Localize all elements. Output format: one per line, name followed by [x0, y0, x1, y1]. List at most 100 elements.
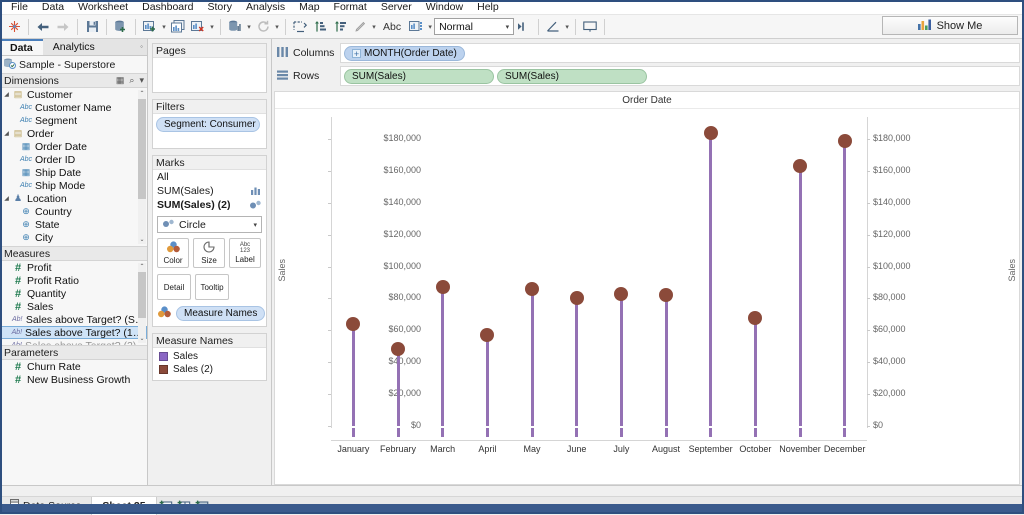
- rows-pill-sum-sales-2[interactable]: SUM(Sales): [497, 68, 647, 84]
- menu-item-format[interactable]: Format: [327, 0, 374, 15]
- color-button[interactable]: Color: [157, 238, 189, 268]
- bar-mark[interactable]: [485, 335, 489, 426]
- scroll-up-icon[interactable]: ⌃: [138, 263, 146, 271]
- fit-select[interactable]: Normal ▾: [434, 18, 515, 35]
- scrollbar-thumb[interactable]: [138, 99, 146, 199]
- circle-mark[interactable]: [748, 310, 763, 325]
- dimension-item[interactable]: ⊕ State: [0, 218, 147, 231]
- presentation-mode-icon[interactable]: [406, 17, 426, 37]
- data-pane-tab-analytics[interactable]: Analytics: [43, 39, 105, 55]
- save-icon[interactable]: [82, 17, 102, 37]
- grid-view-icon[interactable]: ▦: [116, 75, 125, 86]
- menu-item-data[interactable]: Data: [35, 0, 71, 15]
- bar-mark[interactable]: [798, 166, 802, 426]
- measure-item[interactable]: Ab! Sales above Target? (Sum): [0, 313, 147, 326]
- bar-mark[interactable]: [441, 287, 445, 426]
- circle-mark[interactable]: [480, 328, 495, 343]
- bar-mark[interactable]: [396, 349, 400, 426]
- marks-layer-all[interactable]: All: [153, 170, 266, 184]
- tooltip-button[interactable]: Tooltip: [195, 274, 229, 300]
- dimensions-scrollbar[interactable]: ⌃ ⌄: [138, 90, 146, 244]
- totals-dropdown-icon[interactable]: ▾: [245, 23, 253, 31]
- bar-mark[interactable]: [709, 132, 713, 426]
- bar-mark[interactable]: [619, 293, 623, 426]
- refresh-dropdown-icon[interactable]: ▾: [273, 23, 281, 31]
- parameters-tree[interactable]: # Churn Rate # New Business Growth: [0, 360, 147, 485]
- menu-item-file[interactable]: File: [4, 0, 35, 15]
- plot-area[interactable]: $0 $20,000 $40,000 $60,000 $80,000 $100,000 $1…: [275, 109, 1019, 484]
- clear-sheet-dropdown-icon[interactable]: ▾: [208, 23, 216, 31]
- circle-mark[interactable]: [569, 291, 584, 306]
- highlight-dropdown-icon[interactable]: ▾: [370, 23, 378, 31]
- rows-shelf[interactable]: SUM(Sales) SUM(Sales): [340, 66, 1020, 86]
- sort-ascending-icon[interactable]: [310, 17, 330, 37]
- swap-rows-columns-icon[interactable]: [290, 17, 310, 37]
- circle-mark[interactable]: [703, 125, 718, 140]
- new-worksheet-icon[interactable]: [140, 17, 160, 37]
- parameter-item[interactable]: # New Business Growth: [0, 373, 147, 386]
- bar-mark[interactable]: [351, 323, 355, 426]
- measure-item[interactable]: # Sales: [0, 300, 147, 313]
- size-button[interactable]: Size: [193, 238, 225, 268]
- parameter-item[interactable]: # Churn Rate: [0, 360, 147, 373]
- trend-lines-icon[interactable]: [543, 17, 563, 37]
- circle-mark[interactable]: [614, 286, 629, 301]
- legend-item[interactable]: Sales (2): [153, 363, 266, 376]
- dimension-item[interactable]: Abc Ship Mode: [0, 179, 147, 192]
- dropdown-arrow-icon[interactable]: ▾: [139, 75, 144, 86]
- dimension-item[interactable]: ▦ Ship Date: [0, 166, 147, 179]
- menu-item-map[interactable]: Map: [292, 0, 326, 15]
- bar-mark[interactable]: [530, 288, 534, 426]
- measure-item[interactable]: Ab!Sales above Target? (1) (Su...: [0, 326, 147, 339]
- measure-item[interactable]: # Profit: [0, 261, 147, 274]
- dimensions-tree[interactable]: ⌃ ⌄ ◢ ▤ Customer Abc Customer Name Abc Segment…: [0, 88, 147, 246]
- dimension-item[interactable]: Abc Segment: [0, 114, 147, 127]
- duplicate-sheet-icon[interactable]: [168, 17, 188, 37]
- expand-collapse-icon[interactable]: ◢: [2, 130, 11, 137]
- dimension-item[interactable]: ◢ ▤ Customer: [0, 88, 147, 101]
- menu-item-server[interactable]: Server: [374, 0, 419, 15]
- search-icon[interactable]: ⌕: [129, 75, 134, 86]
- totals-icon[interactable]: [225, 17, 245, 37]
- pages-shelf[interactable]: [153, 58, 266, 92]
- expand-collapse-icon[interactable]: ◢: [2, 195, 11, 202]
- data-pane-tab-data[interactable]: Data: [0, 39, 43, 55]
- expand-icon[interactable]: +: [352, 48, 361, 58]
- menu-item-help[interactable]: Help: [470, 0, 506, 15]
- marks-layer-list[interactable]: All SUM(Sales) SUM(Sales) (2): [153, 170, 266, 212]
- pin-icon[interactable]: ◦: [140, 42, 143, 51]
- marks-layer-sum-sales-[interactable]: SUM(Sales): [153, 184, 266, 198]
- refresh-data-source-icon[interactable]: [253, 17, 273, 37]
- filters-shelf[interactable]: Segment: Consumer: [153, 114, 266, 148]
- measure-item[interactable]: # Profit Ratio: [0, 274, 147, 287]
- bar-mark[interactable]: [575, 298, 579, 426]
- measures-scrollbar[interactable]: ⌃ ⌄: [138, 263, 146, 343]
- trend-lines-dropdown-icon[interactable]: ▾: [563, 23, 571, 31]
- menu-item-worksheet[interactable]: Worksheet: [71, 0, 135, 15]
- circle-mark[interactable]: [435, 280, 450, 295]
- circle-mark[interactable]: [391, 342, 405, 357]
- dimension-item[interactable]: ▦ Order Date: [0, 140, 147, 153]
- dimension-item[interactable]: ◢ ♟ Location: [0, 192, 147, 205]
- label-button[interactable]: Abc 123 Label: [229, 238, 261, 268]
- columns-pill-month-order-date[interactable]: + MONTH(Order Date): [344, 45, 465, 61]
- filter-pill-segment[interactable]: Segment: Consumer: [156, 117, 260, 132]
- show-labels-button[interactable]: Abc: [378, 21, 406, 33]
- measure-names-pill[interactable]: Measure Names: [176, 306, 266, 321]
- bar-mark[interactable]: [753, 317, 757, 426]
- highlight-icon[interactable]: [350, 17, 370, 37]
- dimension-item[interactable]: ⊕ City: [0, 231, 147, 244]
- detail-button[interactable]: Detail: [157, 274, 191, 300]
- measure-item[interactable]: # Quantity: [0, 287, 147, 300]
- circle-mark[interactable]: [659, 288, 673, 303]
- show-me-button[interactable]: Show Me: [882, 16, 1018, 35]
- new-worksheet-dropdown-icon[interactable]: ▾: [160, 23, 168, 31]
- marks-layer-sum-sales---2-[interactable]: SUM(Sales) (2): [153, 198, 266, 212]
- expand-collapse-icon[interactable]: ◢: [2, 91, 11, 98]
- scrollbar-thumb[interactable]: [138, 272, 146, 318]
- menu-item-analysis[interactable]: Analysis: [239, 0, 292, 15]
- sort-descending-icon[interactable]: [330, 17, 350, 37]
- menu-item-window[interactable]: Window: [419, 0, 470, 15]
- circle-mark[interactable]: [837, 133, 852, 148]
- scroll-up-icon[interactable]: ⌃: [138, 90, 146, 98]
